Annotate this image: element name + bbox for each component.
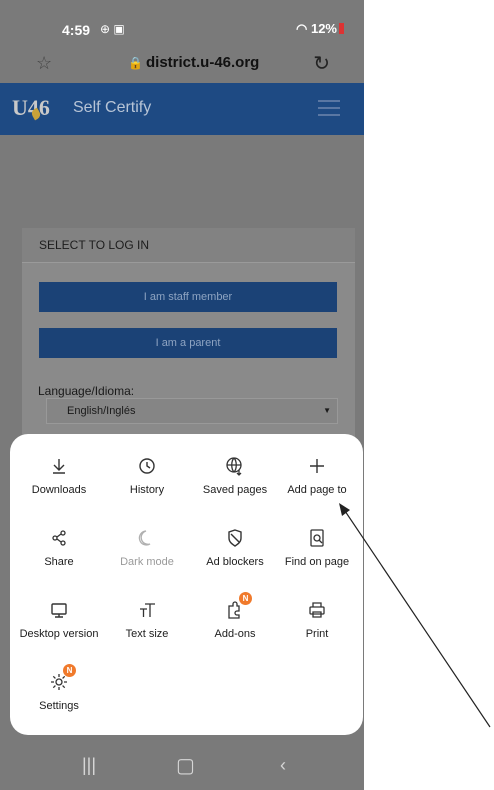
menu-item-add-ons[interactable]: N Add-ons [191,592,279,641]
parent-login-button[interactable]: I am a parent [39,328,337,358]
new-badge: N [63,664,76,677]
text-size-icon [103,598,191,622]
status-time: 4:59 [62,22,91,38]
menu-item-downloads[interactable]: Downloads [15,454,103,497]
menu-item-label: Add page to [287,484,347,496]
bookmark-star-icon[interactable]: ☆ [36,53,52,74]
site-header: U46 Self Certify [0,83,364,135]
menu-item-settings[interactable]: N Settings [15,664,103,713]
battery-percent: 12% [310,21,337,36]
shield-icon [191,526,279,550]
menu-item-label: History [129,484,165,496]
menu-item-label: Text size [125,628,169,640]
new-badge: N [239,592,252,605]
menu-item-label: Share [44,556,74,568]
hamburger-menu-icon[interactable] [318,100,340,116]
wifi-icon: ◠ [296,21,308,36]
share-icon [15,526,103,550]
android-nav-bar: ||| ▢ ‹ [0,745,364,790]
printer-icon [273,598,361,622]
menu-item-text-size[interactable]: Text size [103,598,191,641]
menu-item-label: Print [305,628,329,640]
plus-icon [273,454,361,478]
reload-icon[interactable]: ↻ [313,51,330,76]
menu-item-label: Desktop version [19,628,99,640]
back-icon[interactable]: ‹ [280,755,286,776]
puzzle-icon: N [191,592,279,622]
menu-item-share[interactable]: Share [15,526,103,569]
find-icon [273,526,361,550]
menu-item-label: Saved pages [202,484,268,496]
login-card: SELECT TO LOG IN I am staff member I am … [22,228,355,448]
saved-pages-icon [191,454,279,478]
home-icon[interactable]: ▢ [176,753,195,778]
menu-item-dark-mode: Dark mode [103,526,191,569]
status-bar: 4:59 ⊕ ▣ ◠ 12% [0,0,364,50]
browser-menu-sheet: Downloads History Saved pages Add page t… [10,434,363,735]
language-select[interactable]: English/Inglés ▼ [46,398,338,424]
menu-item-label: Find on page [284,556,350,568]
menu-item-label: Add-ons [214,628,256,640]
card-title: SELECT TO LOG IN [22,228,355,263]
menu-item-label: Downloads [31,484,87,496]
language-value: English/Inglés [67,405,136,417]
status-right: ◠ 12% [296,21,344,37]
menu-item-label: Ad blockers [206,556,264,568]
notification-icons: ⊕ ▣ [100,22,125,36]
language-label: Language/Idioma: [38,384,135,398]
browser-url-bar: ☆ 🔒 district.u-46.org ↻ [0,50,364,82]
recent-apps-icon[interactable]: ||| [82,755,96,776]
menu-item-find-on-page[interactable]: Find on page [273,526,361,569]
menu-item-ad-blockers[interactable]: Ad blockers [191,526,279,569]
site-brand: Self Certify [73,99,152,116]
download-icon [15,454,103,478]
staff-login-button[interactable]: I am staff member [39,282,337,312]
menu-item-history[interactable]: History [103,454,191,497]
url-text[interactable]: district.u-46.org [146,54,259,71]
gear-icon: N [15,664,103,694]
history-icon [103,454,191,478]
select-caret-icon: ▼ [323,406,331,415]
phone-screen: 4:59 ⊕ ▣ ◠ 12% ☆ 🔒 district.u-46.org ↻ U… [0,0,364,790]
menu-item-label: Dark mode [120,556,174,568]
site-logo: U46 [12,95,50,120]
menu-item-label: Settings [39,700,79,712]
moon-icon [103,526,191,550]
menu-item-print[interactable]: Print [273,598,361,641]
menu-item-desktop-version[interactable]: Desktop version [15,598,103,641]
menu-item-saved-pages[interactable]: Saved pages [191,454,279,497]
menu-item-add-page-to[interactable]: Add page to [273,454,361,497]
battery-icon [339,23,344,34]
lock-icon: 🔒 [128,56,143,70]
desktop-icon [15,598,103,622]
